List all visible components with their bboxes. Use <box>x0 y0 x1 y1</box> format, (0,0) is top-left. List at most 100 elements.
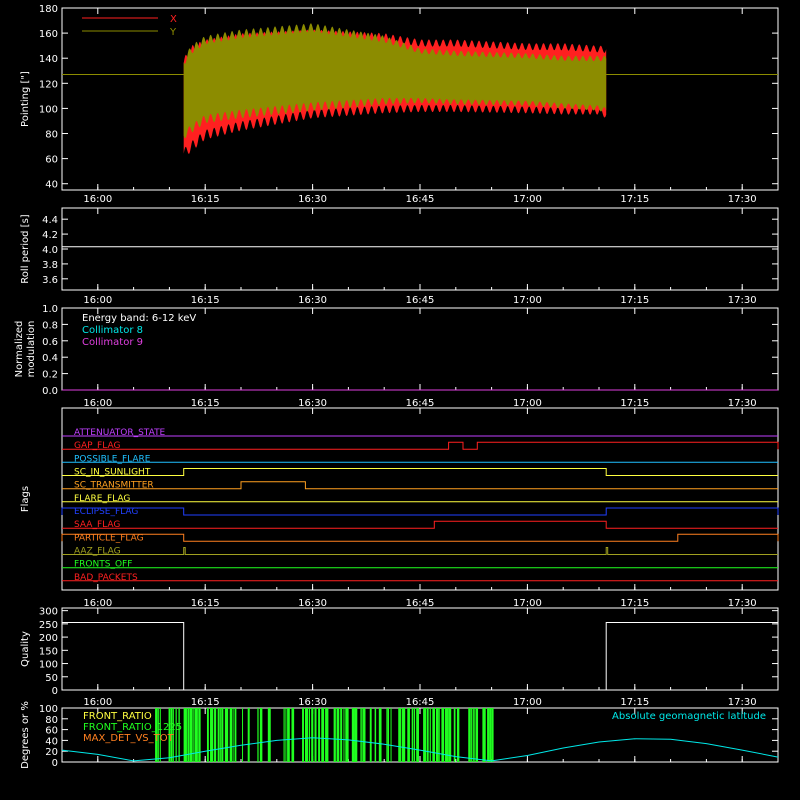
y-tick-label: 0.8 <box>42 320 58 331</box>
modulation-axis-label: Normalized <box>14 321 25 378</box>
y-tick-label: 250 <box>39 620 58 631</box>
panel-frame <box>61 607 779 691</box>
particle-flag-label: PARTICLE_FLAG <box>74 533 144 543</box>
y-tick-label: 20 <box>45 747 58 758</box>
front-ratio-1225-bar <box>318 708 321 762</box>
y-tick-label: 100 <box>39 704 58 715</box>
x-tick-label: 16:15 <box>191 194 220 205</box>
x-tick-label: 16:00 <box>83 194 112 205</box>
front-ratio-1225-bar <box>175 708 177 762</box>
sc-transmitter-series <box>62 481 778 490</box>
x-tick-label: 17:30 <box>728 398 757 409</box>
front-ratio-1225-bar <box>336 708 340 762</box>
x-tick-label: 16:30 <box>298 194 327 205</box>
front-ratio-1225-bar <box>444 708 448 762</box>
flags-axis-label: Flags <box>20 486 31 512</box>
y-tick-label: 140 <box>39 54 58 65</box>
panel-frame <box>61 207 779 291</box>
front-ratio-1225-bar <box>432 708 436 762</box>
x-tick-label: 17:00 <box>513 697 542 708</box>
front-ratio-1225-bar <box>489 708 492 762</box>
front-ratio-1225-bar <box>429 708 431 762</box>
front-ratio-1225-bar <box>283 708 285 762</box>
legend-label-y: Y <box>169 27 177 38</box>
x-tick-label: 16:15 <box>191 295 220 306</box>
y-tick-label: 3.6 <box>42 275 58 286</box>
front-ratio-1225-bar <box>333 708 336 762</box>
front-ratio-1225-bar <box>398 708 402 762</box>
front-ratio-1225-bar <box>351 708 355 762</box>
geomagnetic-latitude-label: Absolute geomagnetic latitude <box>612 711 766 722</box>
front-ratio-1225-bar <box>217 708 220 762</box>
front-ratio-1225-bar <box>426 708 429 762</box>
x-tick-label: 17:00 <box>513 598 542 609</box>
front-ratio-1225-bar <box>487 708 490 762</box>
front-ratio-1225-bar <box>448 708 452 762</box>
panel-6: 020406080100 Degrees or % FRONT_RATIOFRONT… <box>20 701 779 769</box>
front-ratio-1225-bar <box>423 708 427 762</box>
y-tick-label: 150 <box>39 646 58 657</box>
y-tick-label: 100 <box>39 104 58 115</box>
front-ratio-1225-bar <box>470 708 472 762</box>
y-tick-label: 0.0 <box>42 386 58 397</box>
front-ratio-1225-bar <box>362 708 366 762</box>
legend-front-ratio: FRONT_RATIO <box>83 711 152 722</box>
front-ratio-1225-bar <box>360 708 362 762</box>
y-tick-label: 300 <box>39 607 58 618</box>
x-tick-label: 17:30 <box>728 697 757 708</box>
front-ratio-1225-bar <box>198 708 201 762</box>
front-ratio-1225-bar <box>473 708 475 762</box>
front-ratio-1225-bar <box>401 708 406 762</box>
panel-5: 16:00 16:15 16:30 16:45 17:00 17:15 17:30 0 50 10… <box>20 607 779 708</box>
y-tick-label: 4.2 <box>42 230 58 241</box>
modulation-annotation-3: Collimator 9 <box>82 337 143 348</box>
x-tick-label: 16:45 <box>406 194 435 205</box>
x-tick-label: 17:30 <box>728 295 757 306</box>
front-ratio-1225-bar <box>491 708 494 762</box>
front-ratio-1225-bar <box>287 708 290 762</box>
y-tick-label: 60 <box>45 155 58 166</box>
aaz-flag-series <box>62 547 778 555</box>
particle-flag-series <box>61 533 779 542</box>
front-ratio-1225-bar <box>302 708 305 762</box>
panel-frame <box>61 407 779 591</box>
front-ratio-1225-bar <box>472 708 474 762</box>
y-tick-label: 100 <box>39 660 58 671</box>
front-ratio-1225-bar <box>475 708 479 762</box>
y-tick-label: 80 <box>45 130 58 141</box>
quality-axis-label: Quality <box>20 631 31 667</box>
front-ratio-1225-bar <box>206 708 209 762</box>
front-ratio-1225-bar <box>482 708 486 762</box>
eclipse-flag-series <box>61 507 779 516</box>
y-tick-label: 180 <box>39 4 58 15</box>
figure-canvas: 16:00 16:15 16:30 16:45 17:00 17:15 17:3040608… <box>14 4 779 769</box>
x-tick-label: 16:30 <box>298 398 327 409</box>
x-tick-label: 17:00 <box>513 398 542 409</box>
aaz-flag-label: AAZ_FLAG <box>74 547 121 557</box>
x-tick-label: 16:00 <box>83 295 112 306</box>
front-ratio-1225-bar <box>214 708 217 762</box>
y-tick-label: 0 <box>52 686 58 697</box>
legend-max-det-vs-tot: MAX_DET_VS_TOT <box>83 733 175 744</box>
quality-series <box>62 622 778 691</box>
front-ratio-1225-bar <box>456 708 460 762</box>
roll-period-axis-label: Roll period [s] <box>20 214 31 283</box>
modulation-annotation-2: Collimator 8 <box>82 325 143 336</box>
front-ratio-1225-bar <box>178 708 180 762</box>
y-tick-label: 200 <box>39 633 58 644</box>
front-ratio-1225-bar <box>369 708 372 762</box>
legend-label-x: X <box>170 14 177 25</box>
x-tick-label: 16:15 <box>191 398 220 409</box>
x-tick-label: 17:00 <box>513 194 542 205</box>
y-tick-label: 40 <box>45 180 58 191</box>
flare-flag-label: FLARE_FLAG <box>74 494 130 504</box>
y-tick-label: 0.4 <box>42 353 58 364</box>
x-tick-label: 16:00 <box>83 697 112 708</box>
panel-3: 16:00 16:15 16:30 16:45 17:00 17:15 17:30 0.0 0.… <box>14 304 779 409</box>
gap-flag-label: GAP_FLAG <box>74 441 120 451</box>
x-tick-label: 16:45 <box>406 295 435 306</box>
possible-flare-label: POSSIBLE_FLARE <box>74 454 151 464</box>
front-ratio-1225-bar <box>259 708 263 762</box>
x-tick-label: 16:30 <box>298 697 327 708</box>
fronts-off-label: FRONTS_OFF <box>74 560 132 570</box>
